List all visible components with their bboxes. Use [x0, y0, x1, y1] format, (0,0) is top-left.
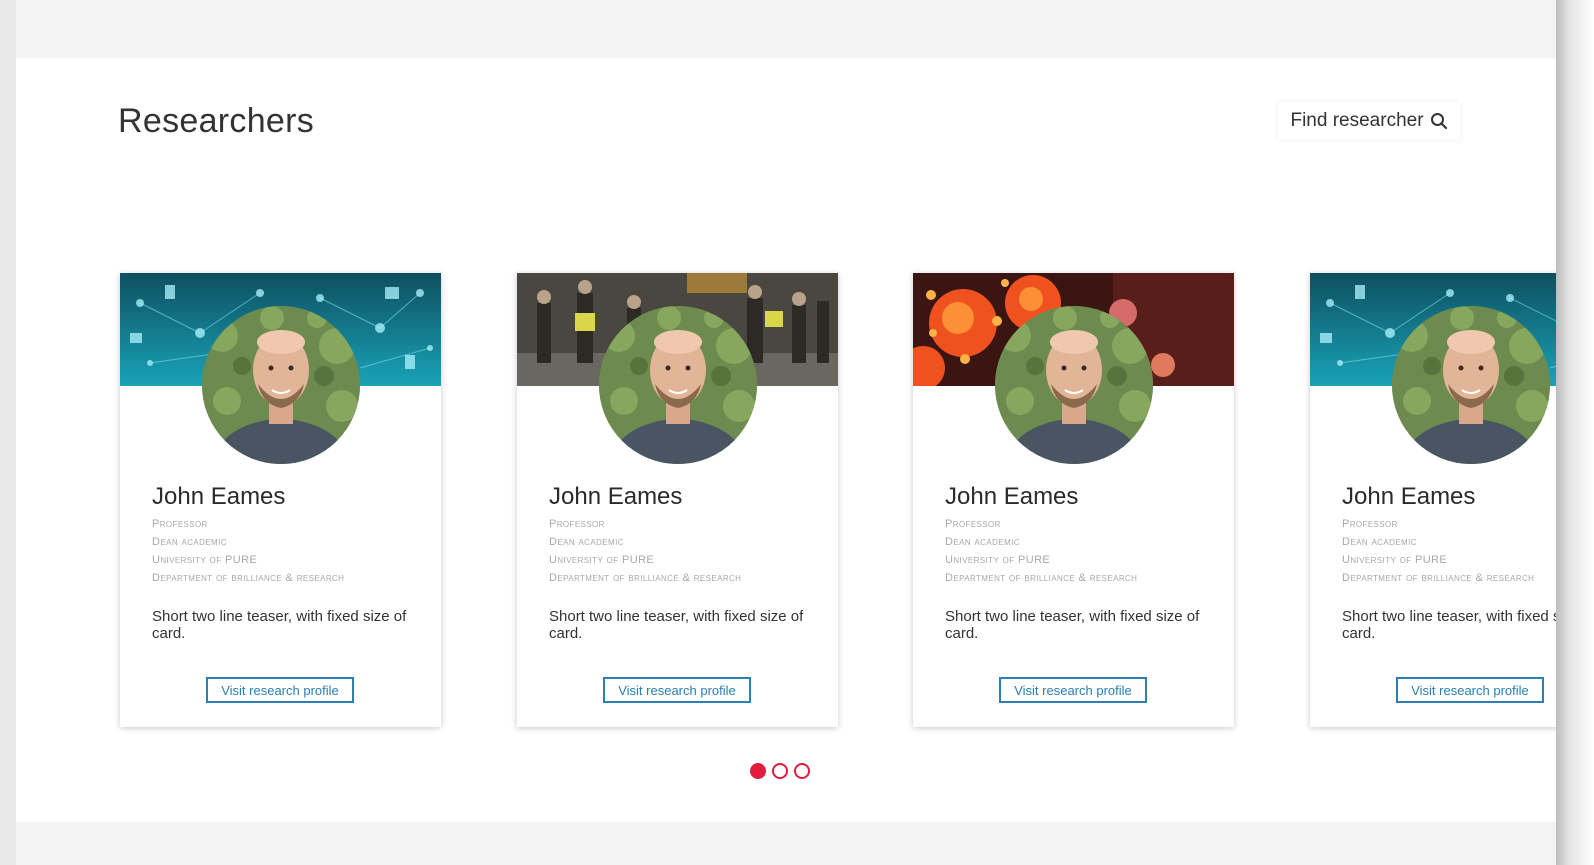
researcher-meta-line: Professor — [945, 518, 1001, 530]
researcher-name: John Eames — [945, 483, 1079, 510]
avatar-photo — [202, 306, 360, 464]
researcher-meta-line: Dean academic — [152, 536, 227, 548]
researcher-meta-line: Department of brilliance & research — [945, 572, 1138, 584]
researchers-section: Researchers Find researcher John Eames P… — [16, 58, 1556, 822]
researcher-meta-line: Professor — [152, 518, 208, 530]
researcher-meta-line: University of PURE — [549, 554, 655, 566]
researcher-name: John Eames — [1342, 483, 1476, 510]
visit-research-profile-button[interactable]: Visit research profile — [1396, 677, 1544, 703]
researcher-card: John Eames Professor Dean academic Univers… — [120, 273, 441, 727]
avatar — [202, 306, 360, 464]
visit-research-profile-button[interactable]: Visit research profile — [206, 677, 354, 703]
researcher-meta-line: Department of brilliance & research — [1342, 572, 1535, 584]
researcher-card: John Eames Professor Dean academic Univers… — [517, 273, 838, 727]
top-band — [16, 0, 1558, 58]
researcher-name: John Eames — [152, 483, 286, 510]
researcher-meta-line: University of PURE — [152, 554, 258, 566]
researcher-name: John Eames — [549, 483, 683, 510]
researcher-teaser: Short two line teaser, with fixed size o… — [945, 608, 1200, 642]
find-researcher-button[interactable]: Find researcher — [1278, 102, 1460, 140]
researcher-meta-line: Department of brilliance & research — [549, 572, 742, 584]
pagination-dot-3[interactable] — [794, 763, 810, 779]
researcher-teaser: Short two line teaser, with fixed size o… — [152, 608, 407, 642]
researcher-meta-line: Department of brilliance & research — [152, 572, 345, 584]
researcher-meta-line: Dean academic — [945, 536, 1020, 548]
search-icon — [1430, 113, 1447, 130]
researcher-card: John Eames Professor Dean academic Univers… — [1310, 273, 1556, 727]
avatar — [599, 306, 757, 464]
carousel-pagination — [750, 763, 810, 779]
pagination-dot-2[interactable] — [772, 763, 788, 779]
avatar-photo — [599, 306, 757, 464]
avatar-photo — [995, 306, 1153, 464]
researcher-meta-line: Dean academic — [1342, 536, 1417, 548]
section-title: Researchers — [118, 102, 315, 140]
visit-research-profile-button[interactable]: Visit research profile — [999, 677, 1147, 703]
bottom-band — [16, 822, 1558, 865]
pagination-dot-1[interactable] — [750, 763, 766, 779]
researcher-meta-line: Dean academic — [549, 536, 624, 548]
avatar — [995, 306, 1153, 464]
researcher-meta-line: Professor — [549, 518, 605, 530]
researcher-teaser: Short two line teaser, with fixed size o… — [549, 608, 804, 642]
researcher-meta-line: University of PURE — [945, 554, 1051, 566]
left-edge — [0, 0, 16, 865]
researcher-meta-line: University of PURE — [1342, 554, 1448, 566]
avatar-photo — [1392, 306, 1550, 464]
visit-research-profile-button[interactable]: Visit research profile — [603, 677, 751, 703]
find-researcher-label: Find researcher — [1290, 110, 1424, 131]
researcher-meta-line: Professor — [1342, 518, 1398, 530]
researcher-teaser: Short two line teaser, with fixed size o… — [1342, 608, 1556, 642]
researcher-card: John Eames Professor Dean academic Univers… — [913, 273, 1234, 727]
right-edge-shadow — [1556, 0, 1594, 865]
avatar — [1392, 306, 1550, 464]
